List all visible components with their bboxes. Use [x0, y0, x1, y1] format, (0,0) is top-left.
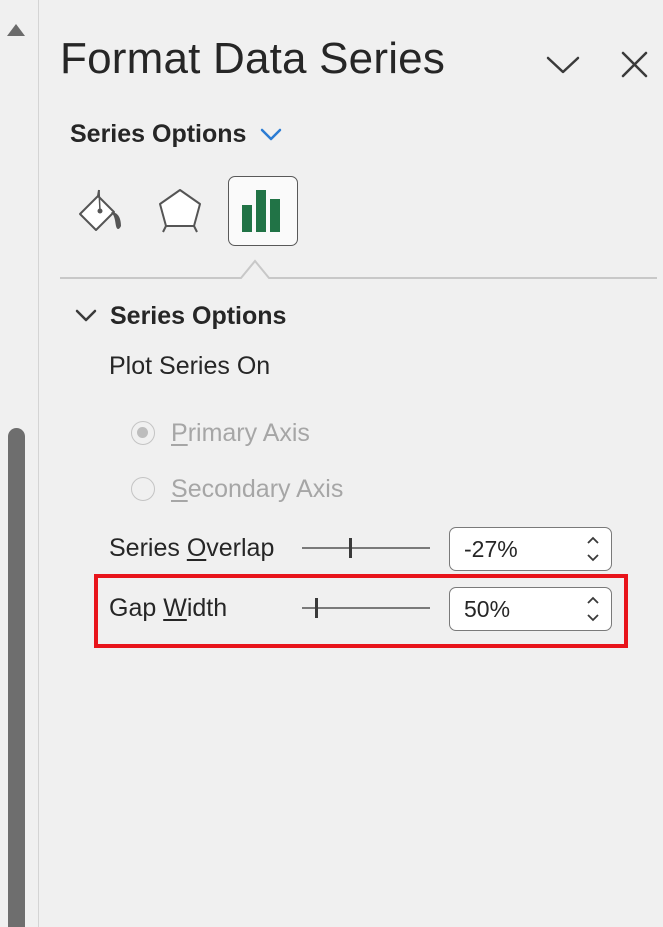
slider-thumb[interactable]: [349, 538, 352, 558]
series-options-dropdown-label: Series Options: [70, 119, 247, 148]
gap-width-slider[interactable]: [302, 596, 430, 620]
paint-bucket-icon: [79, 189, 121, 231]
secondary-axis-radio[interactable]: [131, 477, 155, 501]
chevron-down-icon: [261, 128, 282, 141]
primary-axis-option[interactable]: Primary Axis: [131, 418, 310, 448]
tab-effects[interactable]: [146, 176, 216, 246]
section-series-options-header[interactable]: Series Options: [74, 298, 286, 334]
secondary-axis-label: Secondary Axis: [171, 474, 344, 503]
primary-axis-label: Primary Axis: [171, 418, 310, 447]
spin-up-icon[interactable]: [585, 593, 601, 607]
chevron-down-icon: [546, 56, 580, 74]
slider-track: [302, 607, 430, 609]
spin-down-icon[interactable]: [585, 551, 601, 565]
gap-width-value[interactable]: 50%: [464, 596, 510, 623]
spin-up-icon[interactable]: [585, 533, 601, 547]
pane-title: Format Data Series: [60, 34, 446, 83]
scroll-up-arrow-icon[interactable]: [7, 24, 25, 36]
bar-chart-icon: [242, 190, 280, 232]
section-title: Series Options: [110, 301, 287, 330]
slider-track: [302, 547, 430, 549]
series-overlap-slider[interactable]: [302, 536, 430, 560]
scrollbar-thumb[interactable]: [8, 428, 25, 927]
tab-series-options[interactable]: [228, 176, 298, 246]
series-overlap-spinbox[interactable]: -27%: [449, 527, 612, 571]
chevron-down-icon: [75, 309, 97, 322]
gap-width-spinbox[interactable]: 50%: [449, 587, 612, 631]
secondary-axis-option[interactable]: Secondary Axis: [131, 474, 343, 504]
close-icon: [621, 51, 648, 78]
gap-width-label: Gap Width: [109, 594, 228, 622]
pentagon-icon: [159, 189, 201, 233]
series-options-dropdown[interactable]: Series Options: [70, 116, 282, 152]
slider-thumb[interactable]: [315, 598, 318, 618]
tab-divider: [60, 259, 657, 279]
series-overlap-label: Series Overlap: [109, 534, 275, 562]
scrollbar[interactable]: [0, 0, 39, 927]
primary-axis-radio[interactable]: [131, 421, 155, 445]
plot-series-on-label: Plot Series On: [109, 352, 271, 380]
spin-down-icon[interactable]: [585, 611, 601, 625]
close-button[interactable]: [615, 44, 655, 84]
pane-options-button[interactable]: [543, 44, 583, 84]
series-overlap-value[interactable]: -27%: [464, 536, 518, 563]
tab-fill-line[interactable]: [66, 176, 136, 246]
